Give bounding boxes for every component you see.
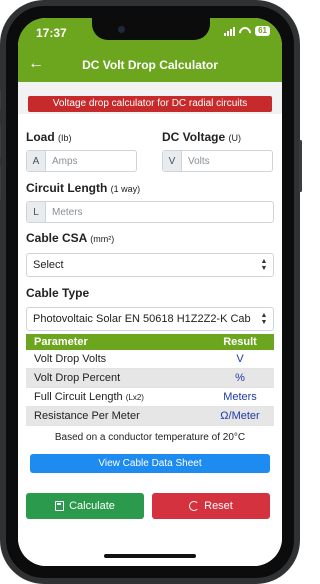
row-result: V bbox=[236, 353, 244, 365]
camera-icon bbox=[118, 26, 125, 33]
table-row: Resistance Per Meter Ω/Meter bbox=[26, 407, 274, 426]
reset-button[interactable]: Reset bbox=[152, 493, 270, 519]
subtitle-banner: Voltage drop calculator for DC radial ci… bbox=[28, 96, 272, 112]
cable-csa-select[interactable]: Select ▲ ▼ bbox=[26, 253, 274, 277]
mute-switch bbox=[0, 90, 1, 110]
cable-type-value: Photovoltaic Solar EN 50618 H1Z2Z2-K Cab bbox=[33, 313, 251, 325]
status-bar: 17:37 61 bbox=[18, 18, 282, 48]
calculator-icon bbox=[55, 501, 65, 511]
results-table: Parameter Result Volt Drop Volts V Volt … bbox=[26, 334, 274, 426]
chevron-up-down-icon: ▲ ▼ bbox=[260, 312, 268, 326]
load-field[interactable]: Amps bbox=[46, 151, 136, 171]
temperature-note: Based on a conductor temperature of 20°C bbox=[54, 432, 246, 443]
refresh-icon bbox=[189, 501, 200, 511]
circuit-length-field[interactable]: Meters bbox=[46, 202, 273, 222]
home-indicator[interactable] bbox=[104, 554, 196, 558]
row-parameter: Volt Drop Percent bbox=[34, 372, 121, 384]
calculate-button[interactable]: Calculate bbox=[26, 493, 144, 519]
row-result: % bbox=[235, 372, 245, 384]
wifi-icon bbox=[239, 27, 251, 36]
circuit-length-input[interactable]: L Meters bbox=[26, 201, 274, 223]
volume-up-button bbox=[0, 124, 1, 158]
page-title: DC Volt Drop Calculator bbox=[82, 58, 218, 72]
status-icons: 61 bbox=[224, 26, 270, 36]
circuit-length-addon: L bbox=[27, 202, 46, 222]
results-header: Parameter Result bbox=[26, 334, 274, 350]
battery-icon: 61 bbox=[255, 26, 270, 36]
cable-type-select[interactable]: Photovoltaic Solar EN 50618 H1Z2Z2-K Cab… bbox=[26, 307, 274, 331]
row-parameter: Full Circuit Length (Lx2) bbox=[34, 391, 144, 403]
power-button bbox=[299, 140, 302, 192]
app-bar: ← DC Volt Drop Calculator bbox=[18, 48, 282, 82]
table-row: Full Circuit Length (Lx2) Meters bbox=[26, 388, 274, 407]
table-row: Volt Drop Volts V bbox=[26, 350, 274, 369]
chevron-up-down-icon: ▲ ▼ bbox=[260, 258, 268, 272]
cable-csa-label: Cable CSA (mm²) bbox=[26, 231, 115, 245]
row-parameter: Volt Drop Volts bbox=[34, 353, 107, 365]
dc-voltage-field[interactable]: Volts bbox=[182, 151, 272, 171]
dc-voltage-label: DC Voltage (U) bbox=[162, 130, 241, 144]
load-input[interactable]: A Amps bbox=[26, 150, 137, 172]
table-row: Volt Drop Percent % bbox=[26, 369, 274, 388]
app-screen: 17:37 61 ← DC Volt Drop Calculator Volta… bbox=[18, 18, 282, 566]
dc-voltage-addon: V bbox=[163, 151, 182, 171]
row-parameter: Resistance Per Meter bbox=[34, 410, 140, 422]
row-result: Meters bbox=[223, 391, 257, 403]
reset-label: Reset bbox=[204, 500, 233, 512]
load-label: Load (Ib) bbox=[26, 130, 72, 144]
volume-down-button bbox=[0, 166, 1, 200]
dc-voltage-input[interactable]: V Volts bbox=[162, 150, 273, 172]
header-parameter: Parameter bbox=[34, 336, 88, 348]
load-addon: A bbox=[27, 151, 46, 171]
cable-csa-value: Select bbox=[33, 259, 64, 271]
signal-icon bbox=[224, 26, 236, 36]
notch bbox=[92, 18, 210, 40]
cable-type-label: Cable Type bbox=[26, 286, 90, 300]
calculate-label: Calculate bbox=[69, 500, 115, 512]
status-time: 17:37 bbox=[36, 26, 67, 40]
row-result: Ω/Meter bbox=[220, 410, 260, 422]
view-cable-data-sheet-button[interactable]: View Cable Data Sheet bbox=[30, 454, 270, 473]
circuit-length-label: Circuit Length (1 way) bbox=[26, 181, 141, 195]
header-result: Result bbox=[223, 336, 257, 348]
